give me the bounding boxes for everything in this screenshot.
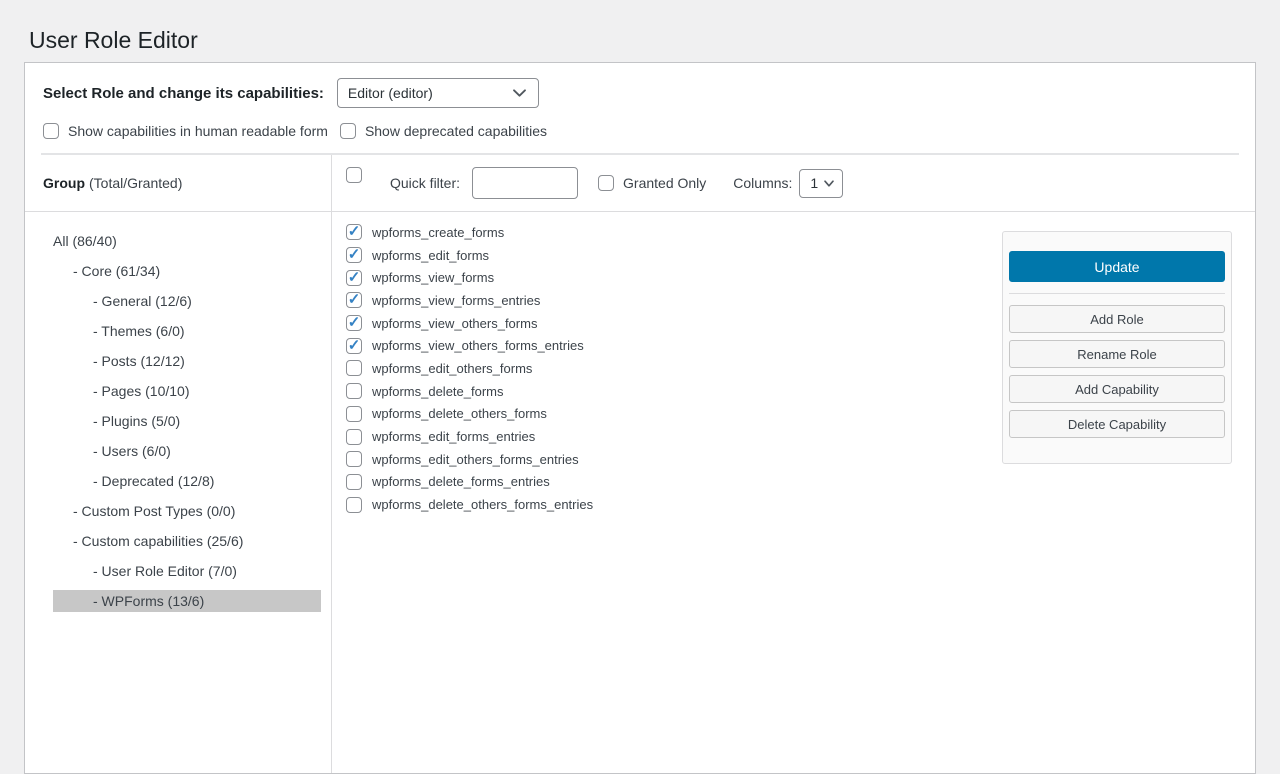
filter-bar: Quick filter: Granted Only Columns: 1 <box>332 155 1255 211</box>
group-tree-item[interactable]: - User Role Editor (7/0) <box>53 560 321 582</box>
grid-header: Group (Total/Granted) Quick filter: Gran… <box>25 155 1255 211</box>
granted-only-checkbox[interactable] <box>598 175 614 191</box>
group-tree-item[interactable]: - Users (6/0) <box>53 440 321 462</box>
group-header-subtitle: (Total/Granted) <box>89 175 182 191</box>
add-capability-button[interactable]: Add Capability <box>1009 375 1225 403</box>
capabilities-area: wpforms_create_forms wpforms_edit_formswp… <box>332 212 1255 773</box>
group-tree-item[interactable]: - General (12/6) <box>53 290 321 312</box>
capability-name: wpforms_delete_others_forms_entries <box>372 497 593 512</box>
group-header-title: Group <box>43 175 85 191</box>
page-title: User Role Editor <box>29 26 198 55</box>
human-readable-checkbox[interactable] <box>43 123 59 139</box>
capability-checkbox[interactable] <box>346 338 362 354</box>
group-tree-item[interactable]: - Deprecated (12/8) <box>53 470 321 492</box>
capability-checkbox[interactable] <box>346 451 362 467</box>
capability-name: wpforms_view_forms <box>372 270 494 285</box>
capability-name: wpforms_delete_forms <box>372 384 504 399</box>
human-readable-label: Show capabilities in human readable form <box>68 123 328 139</box>
capability-name: wpforms_delete_forms_entries <box>372 474 550 489</box>
capability-checkbox[interactable] <box>346 292 362 308</box>
capability-name: wpforms_edit_others_forms_entries <box>372 452 579 467</box>
group-tree-item[interactable]: - WPForms (13/6) <box>53 590 321 612</box>
capability-checkbox[interactable] <box>346 247 362 263</box>
capability-checkbox[interactable] <box>346 497 362 513</box>
group-tree-item[interactable]: - Posts (12/12) <box>53 350 321 372</box>
show-deprecated-checkbox[interactable] <box>340 123 356 139</box>
capability-checkbox[interactable] <box>346 360 362 376</box>
columns-label: Columns: <box>733 175 792 191</box>
capability-name: wpforms_edit_forms <box>372 248 489 263</box>
granted-only-label: Granted Only <box>623 175 706 191</box>
quick-filter-input[interactable] <box>472 167 578 199</box>
capability-checkbox[interactable] <box>346 406 362 422</box>
capability-checkbox[interactable] <box>346 270 362 286</box>
actions-panel: Update Add Role Rename Role Add Capability… <box>1002 231 1232 464</box>
select-all-checkbox[interactable] <box>346 167 362 183</box>
capability-name: wpforms_view_forms_entries <box>372 293 540 308</box>
role-select[interactable]: Editor (editor) <box>337 78 539 108</box>
capability-name: wpforms_edit_others_forms <box>372 361 532 376</box>
columns-select-value: 1 <box>810 175 818 191</box>
role-select-value: Editor (editor) <box>348 85 433 101</box>
group-tree-item[interactable]: - Plugins (5/0) <box>53 410 321 432</box>
capability-row: wpforms_delete_forms_entries <box>346 471 1255 494</box>
role-selector-label: Select Role and change its capabilities: <box>43 85 324 102</box>
display-options-row: Show capabilities in human readable form… <box>43 123 1239 139</box>
group-tree-item[interactable]: - Custom capabilities (25/6) <box>53 530 321 552</box>
capability-checkbox[interactable] <box>346 429 362 445</box>
capability-name: wpforms_view_others_forms_entries <box>372 338 584 353</box>
groups-tree: All (86/40) - Core (61/34) - General (12/6… <box>25 212 332 773</box>
capability-name: wpforms_edit_forms_entries <box>372 429 535 444</box>
columns-select[interactable]: 1 <box>799 169 843 198</box>
delete-capability-button[interactable]: Delete Capability <box>1009 410 1225 438</box>
capability-row: wpforms_delete_others_forms_entries <box>346 493 1255 516</box>
user-role-editor-panel: Select Role and change its capabilities:… <box>24 62 1256 774</box>
group-tree-item[interactable]: - Themes (6/0) <box>53 320 321 342</box>
capability-checkbox[interactable] <box>346 383 362 399</box>
update-button[interactable]: Update <box>1009 251 1225 282</box>
capability-checkbox[interactable] <box>346 224 362 240</box>
capability-name: wpforms_create_forms <box>372 225 504 240</box>
group-column-header: Group (Total/Granted) <box>25 155 332 211</box>
quick-filter-label: Quick filter: <box>390 175 460 191</box>
group-tree-item[interactable]: All (86/40) <box>53 230 321 252</box>
capability-checkbox[interactable] <box>346 474 362 490</box>
role-selector-row: Select Role and change its capabilities:… <box>25 63 1255 108</box>
grid-body: All (86/40) - Core (61/34) - General (12/6… <box>25 212 1255 773</box>
group-tree-item[interactable]: - Pages (10/10) <box>53 380 321 402</box>
add-role-button[interactable]: Add Role <box>1009 305 1225 333</box>
chevron-down-icon <box>824 180 834 187</box>
show-deprecated-label: Show deprecated capabilities <box>365 123 547 139</box>
capability-name: wpforms_view_others_forms <box>372 316 537 331</box>
divider <box>1009 293 1225 294</box>
group-tree-item[interactable]: - Core (61/34) <box>53 260 321 282</box>
capability-checkbox[interactable] <box>346 315 362 331</box>
capability-name: wpforms_delete_others_forms <box>372 406 547 421</box>
chevron-down-icon <box>513 89 526 97</box>
rename-role-button[interactable]: Rename Role <box>1009 340 1225 368</box>
group-tree-item[interactable]: - Custom Post Types (0/0) <box>53 500 321 522</box>
